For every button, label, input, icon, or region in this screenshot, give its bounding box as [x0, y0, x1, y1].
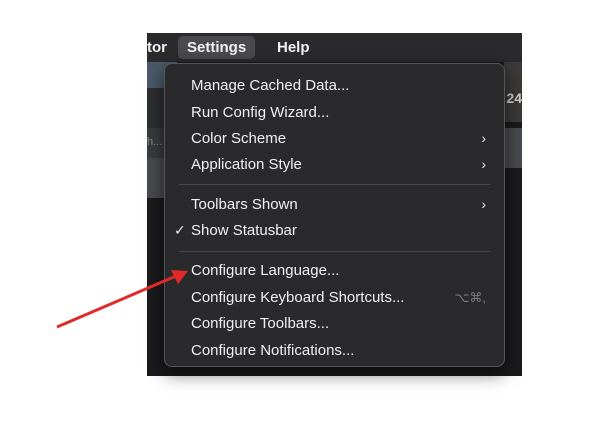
- menu-bar: tor Settings Help: [147, 33, 522, 62]
- chevron-right-icon: ›: [481, 156, 486, 172]
- menu-item-configure-keyboard-shortcuts[interactable]: Configure Keyboard Shortcuts... ⌥⌘,: [165, 285, 504, 310]
- menu-item-manage-cached-data[interactable]: Manage Cached Data...: [165, 73, 504, 98]
- keyboard-shortcut-hint: ⌥⌘,: [454, 290, 486, 305]
- menu-separator: [179, 251, 490, 252]
- menubar-item-settings[interactable]: Settings: [178, 36, 256, 59]
- menubar-item-editor[interactable]: tor: [147, 36, 176, 59]
- menu-item-configure-language[interactable]: Configure Language...: [165, 258, 504, 283]
- menu-item-label: Run Config Wizard...: [191, 104, 330, 121]
- menu-item-configure-notifications[interactable]: Configure Notifications...: [165, 338, 504, 363]
- menu-item-run-config-wizard[interactable]: Run Config Wizard...: [165, 100, 504, 125]
- background-right-strip: [504, 128, 522, 168]
- menu-item-label: Configure Toolbars...: [191, 315, 330, 332]
- chevron-right-icon: ›: [481, 196, 486, 212]
- menu-item-label: Toolbars Shown: [191, 196, 298, 213]
- menu-separator: [179, 184, 490, 185]
- menu-item-label: Manage Cached Data...: [191, 77, 350, 94]
- menu-item-label: Color Scheme: [191, 130, 287, 147]
- menu-item-toolbars-shown[interactable]: Toolbars Shown ›: [165, 192, 504, 217]
- checkmark-icon: ✓: [174, 222, 186, 238]
- menu-item-label: Configure Language...: [191, 262, 340, 279]
- background-fragment-left: h...: [147, 136, 163, 148]
- chevron-right-icon: ›: [481, 130, 486, 146]
- menu-item-label: Configure Keyboard Shortcuts...: [191, 289, 405, 306]
- menu-item-application-style[interactable]: Application Style ›: [165, 152, 504, 177]
- menu-item-label: Configure Notifications...: [191, 342, 355, 359]
- menu-item-show-statusbar[interactable]: ✓ Show Statusbar: [165, 218, 504, 243]
- settings-dropdown-menu: Manage Cached Data... Run Config Wizard.…: [164, 63, 505, 367]
- menu-item-label: Application Style: [191, 156, 302, 173]
- menubar-item-help[interactable]: Help: [268, 36, 319, 59]
- menu-item-color-scheme[interactable]: Color Scheme ›: [165, 126, 504, 151]
- menu-item-label: Show Statusbar: [191, 222, 297, 239]
- menu-item-configure-toolbars[interactable]: Configure Toolbars...: [165, 311, 504, 336]
